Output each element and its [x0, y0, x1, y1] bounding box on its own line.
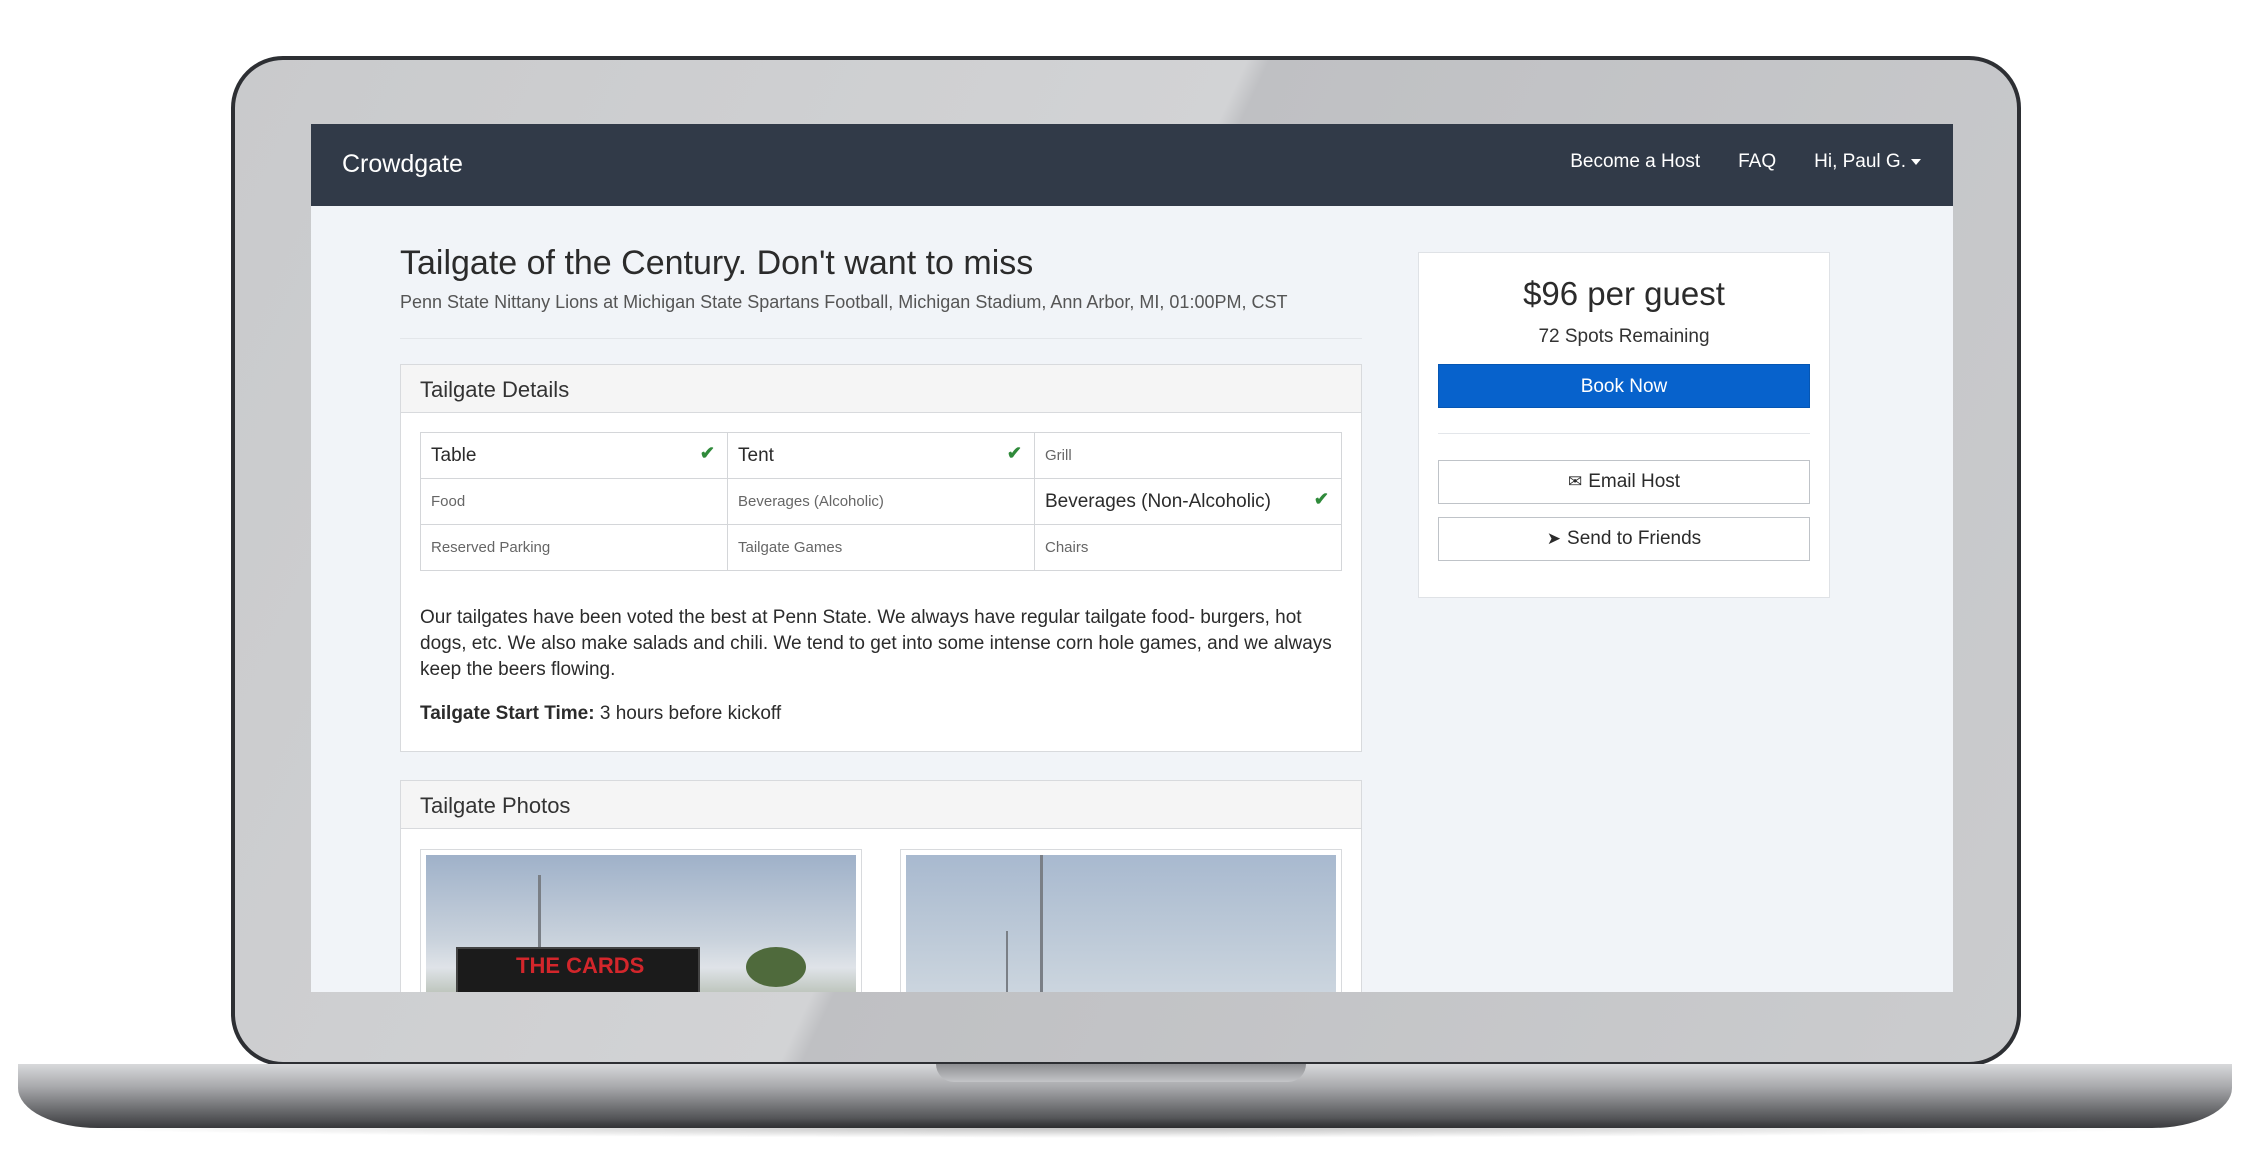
laptop-notch: [936, 1064, 1306, 1082]
photo-image: [906, 855, 1336, 992]
nav-faq[interactable]: FAQ: [1738, 151, 1776, 173]
amenity-reserved-parking: Reserved Parking: [431, 538, 551, 556]
page-title: Tailgate of the Century. Don't want to m…: [400, 244, 1034, 282]
divider: [1438, 433, 1810, 434]
tailgate-photo-1[interactable]: THE CARDS: [420, 849, 862, 992]
price-per-guest: $96 per guest: [1523, 275, 1725, 312]
nav-links: Become a Host FAQ Hi, Paul G.: [1570, 151, 1921, 173]
start-time-label: Tailgate Start Time:: [420, 703, 595, 724]
email-host-label: Email Host: [1588, 471, 1681, 492]
navbar: Crowdgate Become a Host FAQ Hi, Paul G.: [311, 124, 1953, 206]
amenity-tent: Tent: [738, 444, 774, 466]
amenity-cell: Chairs: [1034, 524, 1342, 571]
tailgate-description: Our tailgates have been voted the best a…: [420, 607, 1332, 680]
start-time-value: 3 hours before kickoff: [599, 703, 782, 724]
amenity-cell: Beverages (Non-Alcoholic) ✔: [1034, 478, 1342, 525]
light-pole: [1040, 855, 1043, 992]
amenities-table: Table ✔ Tent ✔ Grill Food Beverages (Alcoh…: [420, 432, 1342, 571]
amenity-tailgate-games: Tailgate Games: [738, 538, 843, 556]
amenity-beverages-non-alcoholic: Beverages (Non-Alcoholic): [1045, 490, 1271, 512]
brand-logo[interactable]: Crowdgate: [342, 150, 463, 179]
amenity-cell: Grill: [1034, 432, 1342, 479]
event-subtitle: Penn State Nittany Lions at Michigan Sta…: [400, 292, 1288, 312]
laptop-screen: Crowdgate Become a Host FAQ Hi, Paul G. …: [311, 124, 1953, 992]
details-heading: Tailgate Details: [401, 365, 1361, 413]
amenity-cell: Reserved Parking: [420, 524, 728, 571]
tailgate-start-time: Tailgate Start Time: 3 hours before kick…: [420, 703, 781, 725]
tailgate-photo-2[interactable]: [900, 849, 1342, 992]
email-host-button[interactable]: ✉ Email Host: [1438, 460, 1810, 504]
amenity-chairs: Chairs: [1045, 538, 1089, 556]
check-icon: ✔: [699, 443, 715, 463]
tailgate-photos-panel: Tailgate Photos THE CARDS: [400, 780, 1362, 992]
tailgate-details-panel: Tailgate Details Table ✔ Tent ✔ Grill Food…: [400, 364, 1362, 752]
amenity-cell: Tent ✔: [727, 432, 1035, 479]
send-to-friends-label: Send to Friends: [1567, 528, 1702, 549]
laptop-shadow: [60, 1118, 2190, 1138]
nav-become-host[interactable]: Become a Host: [1570, 151, 1700, 173]
amenity-food: Food: [431, 492, 466, 510]
amenity-cell: Table ✔: [420, 432, 728, 479]
caret-down-icon: [1911, 158, 1921, 165]
envelope-icon: ✉: [1567, 472, 1583, 491]
check-icon: ✔: [1313, 489, 1329, 509]
amenity-cell: Tailgate Games: [727, 524, 1035, 571]
trailer-sign-text: THE CARDS: [516, 953, 645, 978]
send-to-friends-button[interactable]: ➤ Send to Friends: [1438, 517, 1810, 561]
amenity-cell: Beverages (Alcoholic): [727, 478, 1035, 525]
amenity-table: Table: [431, 444, 477, 466]
nav-user-menu[interactable]: Hi, Paul G.: [1814, 151, 1921, 173]
tree: [746, 947, 806, 987]
amenity-beverages-alcoholic: Beverages (Alcoholic): [738, 492, 884, 510]
light-pole: [1006, 931, 1008, 992]
check-icon: ✔: [1006, 443, 1022, 463]
photos-heading: Tailgate Photos: [401, 781, 1361, 829]
photo-image: THE CARDS: [426, 855, 856, 992]
amenity-cell: Food: [420, 478, 728, 525]
divider: [400, 338, 1362, 339]
spots-remaining: 72 Spots Remaining: [1538, 326, 1710, 347]
book-now-button[interactable]: Book Now: [1438, 364, 1810, 408]
user-greeting: Hi, Paul G.: [1814, 151, 1906, 172]
amenity-grill: Grill: [1045, 446, 1072, 464]
booking-card: $96 per guest 72 Spots Remaining Book No…: [1418, 252, 1830, 598]
paper-plane-icon: ➤: [1546, 529, 1562, 548]
